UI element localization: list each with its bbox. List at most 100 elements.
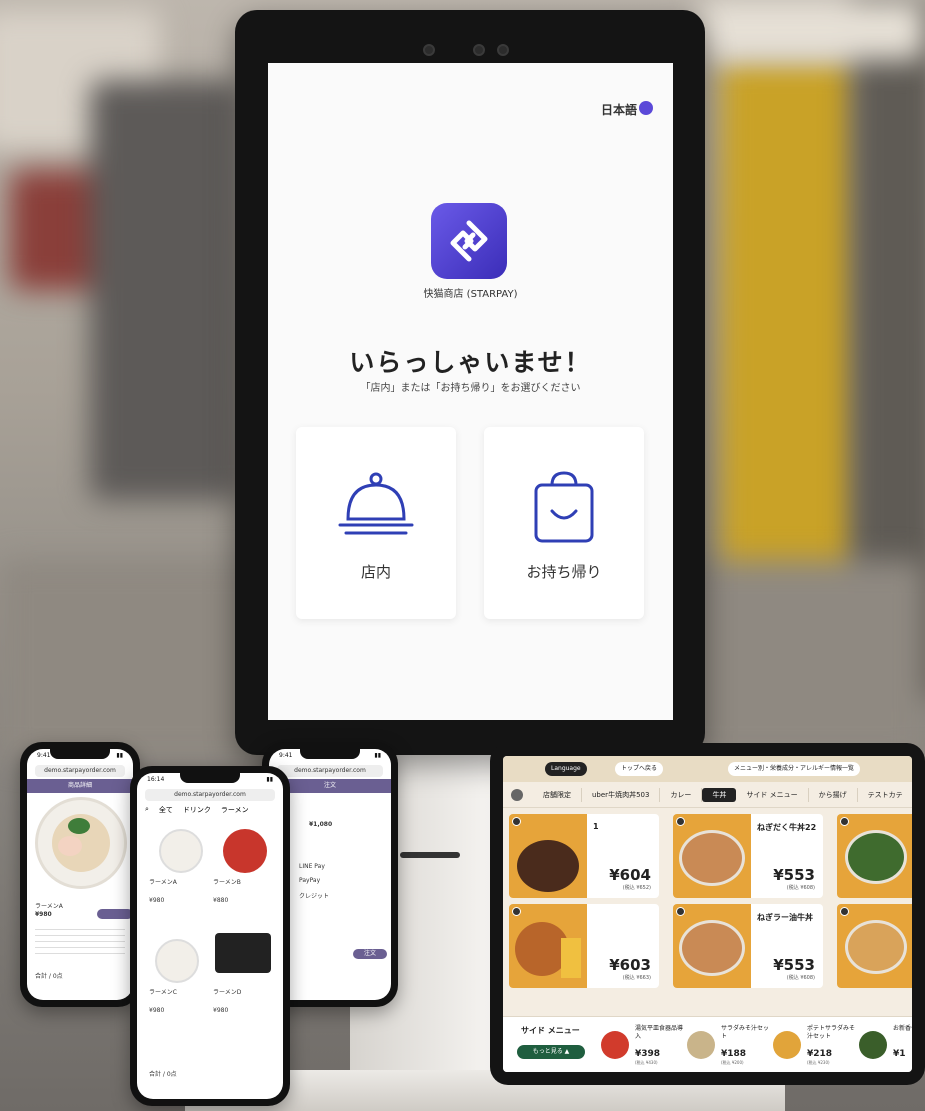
status-time: 9:41: [37, 752, 51, 759]
brand-logo-icon: [450, 220, 488, 262]
pay-option-1[interactable]: LINE Pay: [299, 863, 325, 870]
camera-icon: [473, 44, 485, 56]
menu-item-tax: (税込 ¥652): [622, 885, 651, 891]
menu-info-link[interactable]: メニュー別・栄養成分・アレルギー情報一覧: [728, 762, 861, 776]
url-bar[interactable]: demo.starpayorder.com: [35, 765, 125, 777]
chevron-left-icon[interactable]: [511, 788, 523, 801]
side-item-price: ¥218: [807, 1049, 833, 1059]
food-thumb: [687, 1031, 715, 1059]
menu-card[interactable]: ¥603 (税込 ¥663): [509, 904, 659, 988]
store-logo: [431, 203, 507, 279]
category-tab[interactable]: 店舗限定: [533, 787, 582, 802]
info-icon[interactable]: [676, 817, 685, 826]
info-icon[interactable]: [840, 907, 849, 916]
food-thumb: [601, 1031, 629, 1059]
item-name: ラーメンC: [149, 989, 177, 996]
item-name: ラーメンA: [149, 879, 177, 886]
category-tab-active[interactable]: 牛丼: [702, 787, 737, 802]
add-to-cart-button[interactable]: [97, 909, 133, 919]
ramen-image: [35, 797, 127, 889]
pay-option-3[interactable]: クレジット: [299, 891, 329, 900]
cloche-icon: [338, 472, 414, 535]
page-header: 商品詳細: [27, 779, 133, 793]
side-menu-bar: サイド メニュー もっと見る ▲ 湯気平皿食器品導入 ¥398 (税込 ¥430…: [503, 1016, 912, 1072]
language-link[interactable]: 日本語: [601, 101, 637, 118]
menu-card[interactable]: [837, 814, 912, 898]
back-to-top-button[interactable]: トップへ戻る: [615, 762, 664, 776]
side-item-name: 湯気平皿食器品導入: [635, 1025, 684, 1040]
category-tab[interactable]: カレー: [660, 787, 703, 802]
menu-item-price: ¥553: [773, 956, 815, 974]
cart-total[interactable]: 合計 / 0点: [35, 971, 63, 980]
ramen-thumb[interactable]: [155, 939, 199, 983]
info-icon[interactable]: [840, 817, 849, 826]
info-icon[interactable]: [676, 907, 685, 916]
menu-item-name: ねぎだく牛丼22: [757, 823, 817, 832]
info-icon[interactable]: [512, 907, 521, 916]
dine-in-button[interactable]: 店内: [296, 427, 456, 619]
card-slot: [400, 852, 460, 858]
side-menu-title: サイド メニュー: [521, 1026, 580, 1035]
side-item-price: ¥398: [635, 1049, 661, 1059]
phone-left: 9:41 ▮▮ demo.starpayorder.com 商品詳細 ラーメンA …: [20, 742, 140, 1007]
order-button[interactable]: 注文: [353, 949, 387, 959]
more-button[interactable]: もっと見る ▲: [517, 1045, 585, 1059]
side-item-price: ¥1: [893, 1049, 906, 1059]
tablet: Language トップへ戻る メニュー別・栄養成分・アレルギー情報一覧 店舗限…: [490, 743, 925, 1085]
language-button[interactable]: Language: [545, 762, 587, 776]
side-item[interactable]: サラダみそ汁セット ¥188 (税込 ¥200): [685, 1023, 769, 1067]
item-price: ¥980: [213, 1007, 229, 1014]
side-item-name: サラダみそ汁セット: [721, 1025, 770, 1040]
category-tab[interactable]: uber牛焼肉丼503: [582, 787, 661, 802]
side-item[interactable]: ポテトサラダみそ汁セット ¥218 (税込 ¥230): [771, 1023, 855, 1067]
dine-in-label: 店内: [360, 563, 391, 581]
url-bar[interactable]: demo.starpayorder.com: [145, 789, 275, 801]
food-thumb: [773, 1031, 801, 1059]
side-item-tax: (税込 ¥200): [721, 1060, 744, 1065]
menu-card[interactable]: 1 ¥604 (税込 ¥652): [509, 814, 659, 898]
food-thumb: [859, 1031, 887, 1059]
category-tab[interactable]: から揚げ: [809, 787, 858, 802]
url-bar[interactable]: demo.starpayorder.com: [277, 765, 383, 777]
menu-card[interactable]: [837, 904, 912, 988]
tab-drink[interactable]: ドリンク: [183, 805, 211, 815]
side-item-tax: (税込 ¥230): [807, 1060, 830, 1065]
globe-icon[interactable]: [639, 101, 653, 115]
item-description: [35, 929, 125, 957]
info-icon[interactable]: [512, 817, 521, 826]
ramen-thumb[interactable]: [159, 829, 203, 873]
item-name: ラーメンA: [35, 903, 63, 910]
category-tab[interactable]: テストカテ: [858, 788, 912, 802]
store-name: 快猫商店 (STARPAY): [423, 289, 518, 300]
menu-item-tax: (税込 ¥608): [786, 975, 815, 981]
phone-center: 16:14 ▮▮ demo.starpayorder.com ⌕ 全て ドリンク …: [130, 766, 290, 1106]
status-time: 16:14: [147, 776, 165, 783]
status-time: 9:41: [279, 752, 293, 759]
kiosk-screen: 日本語 快猫商店 (STARPAY) いらっしゃいませ！ 「店内」または「お持ち…: [268, 63, 673, 720]
order-total: ¥1,080: [309, 821, 333, 828]
tab-all[interactable]: 全て: [159, 805, 173, 815]
side-item[interactable]: お新香セット ¥1: [857, 1023, 912, 1067]
side-item[interactable]: 湯気平皿食器品導入 ¥398 (税込 ¥430): [599, 1023, 683, 1067]
menu-item-name: ねぎラー油牛丼: [757, 913, 813, 922]
item-name: ラーメンB: [213, 879, 241, 886]
menu-card[interactable]: ねぎラー油牛丼 ¥553 (税込 ¥608): [673, 904, 823, 988]
search-icon[interactable]: ⌕: [145, 805, 149, 815]
menu-item-price: ¥553: [773, 866, 815, 884]
category-tabs: ⌕ 全て ドリンク ラーメン: [145, 805, 249, 815]
side-item-price: ¥188: [721, 1049, 747, 1059]
tab-ramen[interactable]: ラーメン: [221, 805, 249, 815]
item-name: ラーメンD: [213, 989, 242, 996]
ramen-thumb[interactable]: [215, 933, 271, 973]
menu-item-price: ¥603: [609, 956, 651, 974]
cart-total[interactable]: 合計 / 0点: [149, 1069, 177, 1078]
category-tab[interactable]: サイド メニュー: [736, 787, 809, 802]
menu-item-price: ¥604: [609, 866, 651, 884]
pay-option-2[interactable]: PayPay: [299, 877, 320, 884]
menu-item-tax: (税込 ¥663): [622, 975, 651, 981]
category-bar: 店舗限定 uber牛焼肉丼503 カレー 牛丼 サイド メニュー から揚げ テス…: [503, 782, 912, 808]
takeout-button[interactable]: お持ち帰り: [484, 427, 644, 619]
menu-card[interactable]: ねぎだく牛丼22 ¥553 (税込 ¥608): [673, 814, 823, 898]
side-item-name: お新香セット: [893, 1025, 912, 1032]
ramen-thumb[interactable]: [223, 829, 267, 873]
